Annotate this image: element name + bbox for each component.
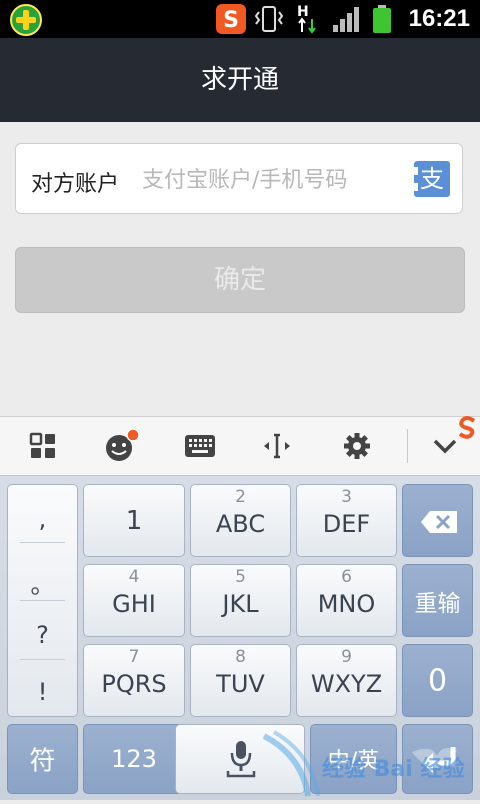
contact-icon-text: 支: [420, 165, 444, 193]
account-field[interactable]: 对方账户 支: [15, 143, 463, 214]
key-label: PQRS: [101, 670, 167, 698]
key-5-jkl[interactable]: 5 JKL: [190, 564, 291, 637]
key-7-pqrs[interactable]: 7 PQRS: [83, 644, 185, 717]
punctuation-column[interactable]: , 。 ? !: [7, 484, 78, 717]
signal-icon: [332, 4, 360, 38]
watermark-logo: 经验 Bai 经验: [262, 726, 480, 800]
key-number: 6: [341, 567, 352, 587]
ime-toolbar: [0, 416, 480, 476]
grid-button[interactable]: [13, 417, 73, 475]
key-2-abc[interactable]: 2 ABC: [190, 484, 291, 557]
content-area: 对方账户 支 确定: [0, 122, 480, 416]
grid-icon: [29, 432, 55, 458]
key-label: JKL: [222, 590, 259, 618]
page-title: 求开通: [0, 38, 480, 122]
key-8-tuv[interactable]: 8 TUV: [190, 644, 291, 717]
punct-exclaim[interactable]: !: [8, 678, 77, 706]
sogou-s-icon: S: [216, 4, 246, 38]
settings-icon: [344, 433, 370, 459]
key-label: 重输: [414, 590, 461, 617]
vibrate-icon: [254, 4, 284, 38]
key-label: MNO: [317, 590, 376, 618]
cursor-move-button[interactable]: [247, 417, 307, 475]
data-arrows-icon: H: [296, 2, 322, 38]
account-input[interactable]: [140, 158, 414, 202]
key-number: 4: [128, 567, 140, 587]
punct-question[interactable]: ?: [8, 621, 77, 649]
key-number: 3: [341, 487, 352, 507]
key-3-def[interactable]: 3 DEF: [296, 484, 397, 557]
svg-text:经验 Bai 经验: 经验 Bai 经验: [322, 756, 464, 782]
confirm-button[interactable]: 确定: [15, 247, 465, 313]
backspace-key[interactable]: [402, 484, 473, 557]
key-label: 0: [427, 663, 448, 698]
contact-picker-icon[interactable]: 支: [413, 161, 450, 197]
battery-icon: [372, 4, 392, 38]
key-label: 123: [111, 745, 157, 773]
symbol-key[interactable]: 符: [7, 724, 78, 794]
emoji-icon: [106, 428, 140, 461]
microphone-icon: [226, 741, 256, 778]
key-9-wxyz[interactable]: 9 WXYZ: [296, 644, 397, 717]
network-letter: H: [297, 4, 309, 20]
key-0[interactable]: 0: [402, 644, 473, 717]
chevron-down-icon: [433, 439, 457, 454]
punct-period[interactable]: 。: [8, 565, 77, 600]
key-number: 8: [235, 647, 246, 667]
status-bar: S H 16:21: [0, 0, 480, 38]
key-number: 7: [128, 647, 140, 667]
app-plus-icon: [10, 4, 42, 40]
reinput-key[interactable]: 重输: [402, 564, 473, 637]
backspace-icon: [421, 511, 457, 533]
key-label: TUV: [216, 670, 265, 698]
key-number: 9: [341, 647, 352, 667]
key-label: WXYZ: [310, 670, 383, 698]
key-number: 2: [235, 487, 246, 507]
key-label: ABC: [215, 510, 266, 538]
sogou-corner-icon: [456, 415, 478, 443]
key-label: 1: [125, 505, 143, 536]
key-1[interactable]: 1: [83, 484, 185, 557]
key-label: GHI: [112, 590, 156, 618]
sogou-letter: S: [223, 8, 239, 33]
key-label: 符: [29, 746, 56, 777]
emoji-button[interactable]: [91, 417, 151, 475]
status-time: 16:21: [408, 5, 470, 32]
key-4-ghi[interactable]: 4 GHI: [83, 564, 185, 637]
settings-button[interactable]: [327, 417, 387, 475]
toolbar-divider: [407, 429, 408, 463]
cursor-icon: [264, 433, 290, 459]
key-number: 5: [235, 567, 246, 587]
keyboard-icon: [185, 435, 215, 457]
key-6-mno[interactable]: 6 MNO: [296, 564, 397, 637]
account-label: 对方账户: [31, 172, 120, 197]
keyboard-switch-button[interactable]: [170, 417, 230, 475]
punct-comma[interactable]: ,: [8, 505, 77, 533]
key-label: DEF: [322, 510, 371, 538]
numeric-key[interactable]: 123: [83, 724, 185, 794]
